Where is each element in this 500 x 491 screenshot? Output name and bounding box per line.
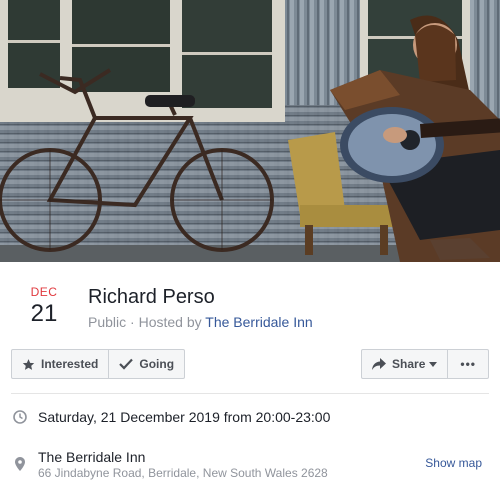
caret-down-icon bbox=[429, 361, 438, 367]
share-label: Share bbox=[392, 357, 426, 371]
event-cover-photo bbox=[0, 0, 500, 262]
share-button[interactable]: Share bbox=[362, 350, 447, 378]
host-link[interactable]: The Berridale Inn bbox=[205, 314, 312, 330]
event-datetime: Saturday, 21 December 2019 from 20:00-23… bbox=[38, 409, 331, 425]
share-button-group: Share ••• bbox=[361, 349, 489, 379]
clock-icon bbox=[13, 410, 27, 424]
show-map-link[interactable]: Show map bbox=[425, 456, 482, 470]
share-arrow-icon bbox=[372, 358, 387, 370]
going-label: Going bbox=[139, 357, 175, 371]
event-date-badge: DEC 21 bbox=[20, 285, 68, 329]
event-subtitle-separator: · bbox=[130, 314, 135, 330]
hosted-by-label: Hosted by bbox=[138, 314, 202, 330]
rsvp-button-group: Interested Going bbox=[11, 349, 186, 379]
more-options-button[interactable]: ••• bbox=[447, 350, 488, 378]
event-title: Richard Perso bbox=[88, 286, 215, 308]
venue-name[interactable]: The Berridale Inn bbox=[38, 448, 145, 466]
interested-button[interactable]: Interested bbox=[12, 350, 108, 378]
event-month: DEC bbox=[30, 285, 58, 299]
section-divider bbox=[11, 393, 489, 394]
event-action-bar: Interested Going Share ••• bbox=[11, 349, 489, 379]
venue-address: 66 Jindabyne Road, Berridale, New South … bbox=[38, 466, 328, 480]
interested-label: Interested bbox=[41, 357, 99, 371]
event-subtitle: Public · Hosted by The Berridale Inn bbox=[88, 313, 313, 331]
map-pin-icon bbox=[15, 457, 25, 471]
event-visibility: Public bbox=[88, 314, 127, 330]
check-icon bbox=[119, 358, 134, 370]
event-day: 21 bbox=[30, 300, 58, 327]
going-button[interactable]: Going bbox=[108, 350, 184, 378]
star-icon bbox=[22, 358, 35, 371]
